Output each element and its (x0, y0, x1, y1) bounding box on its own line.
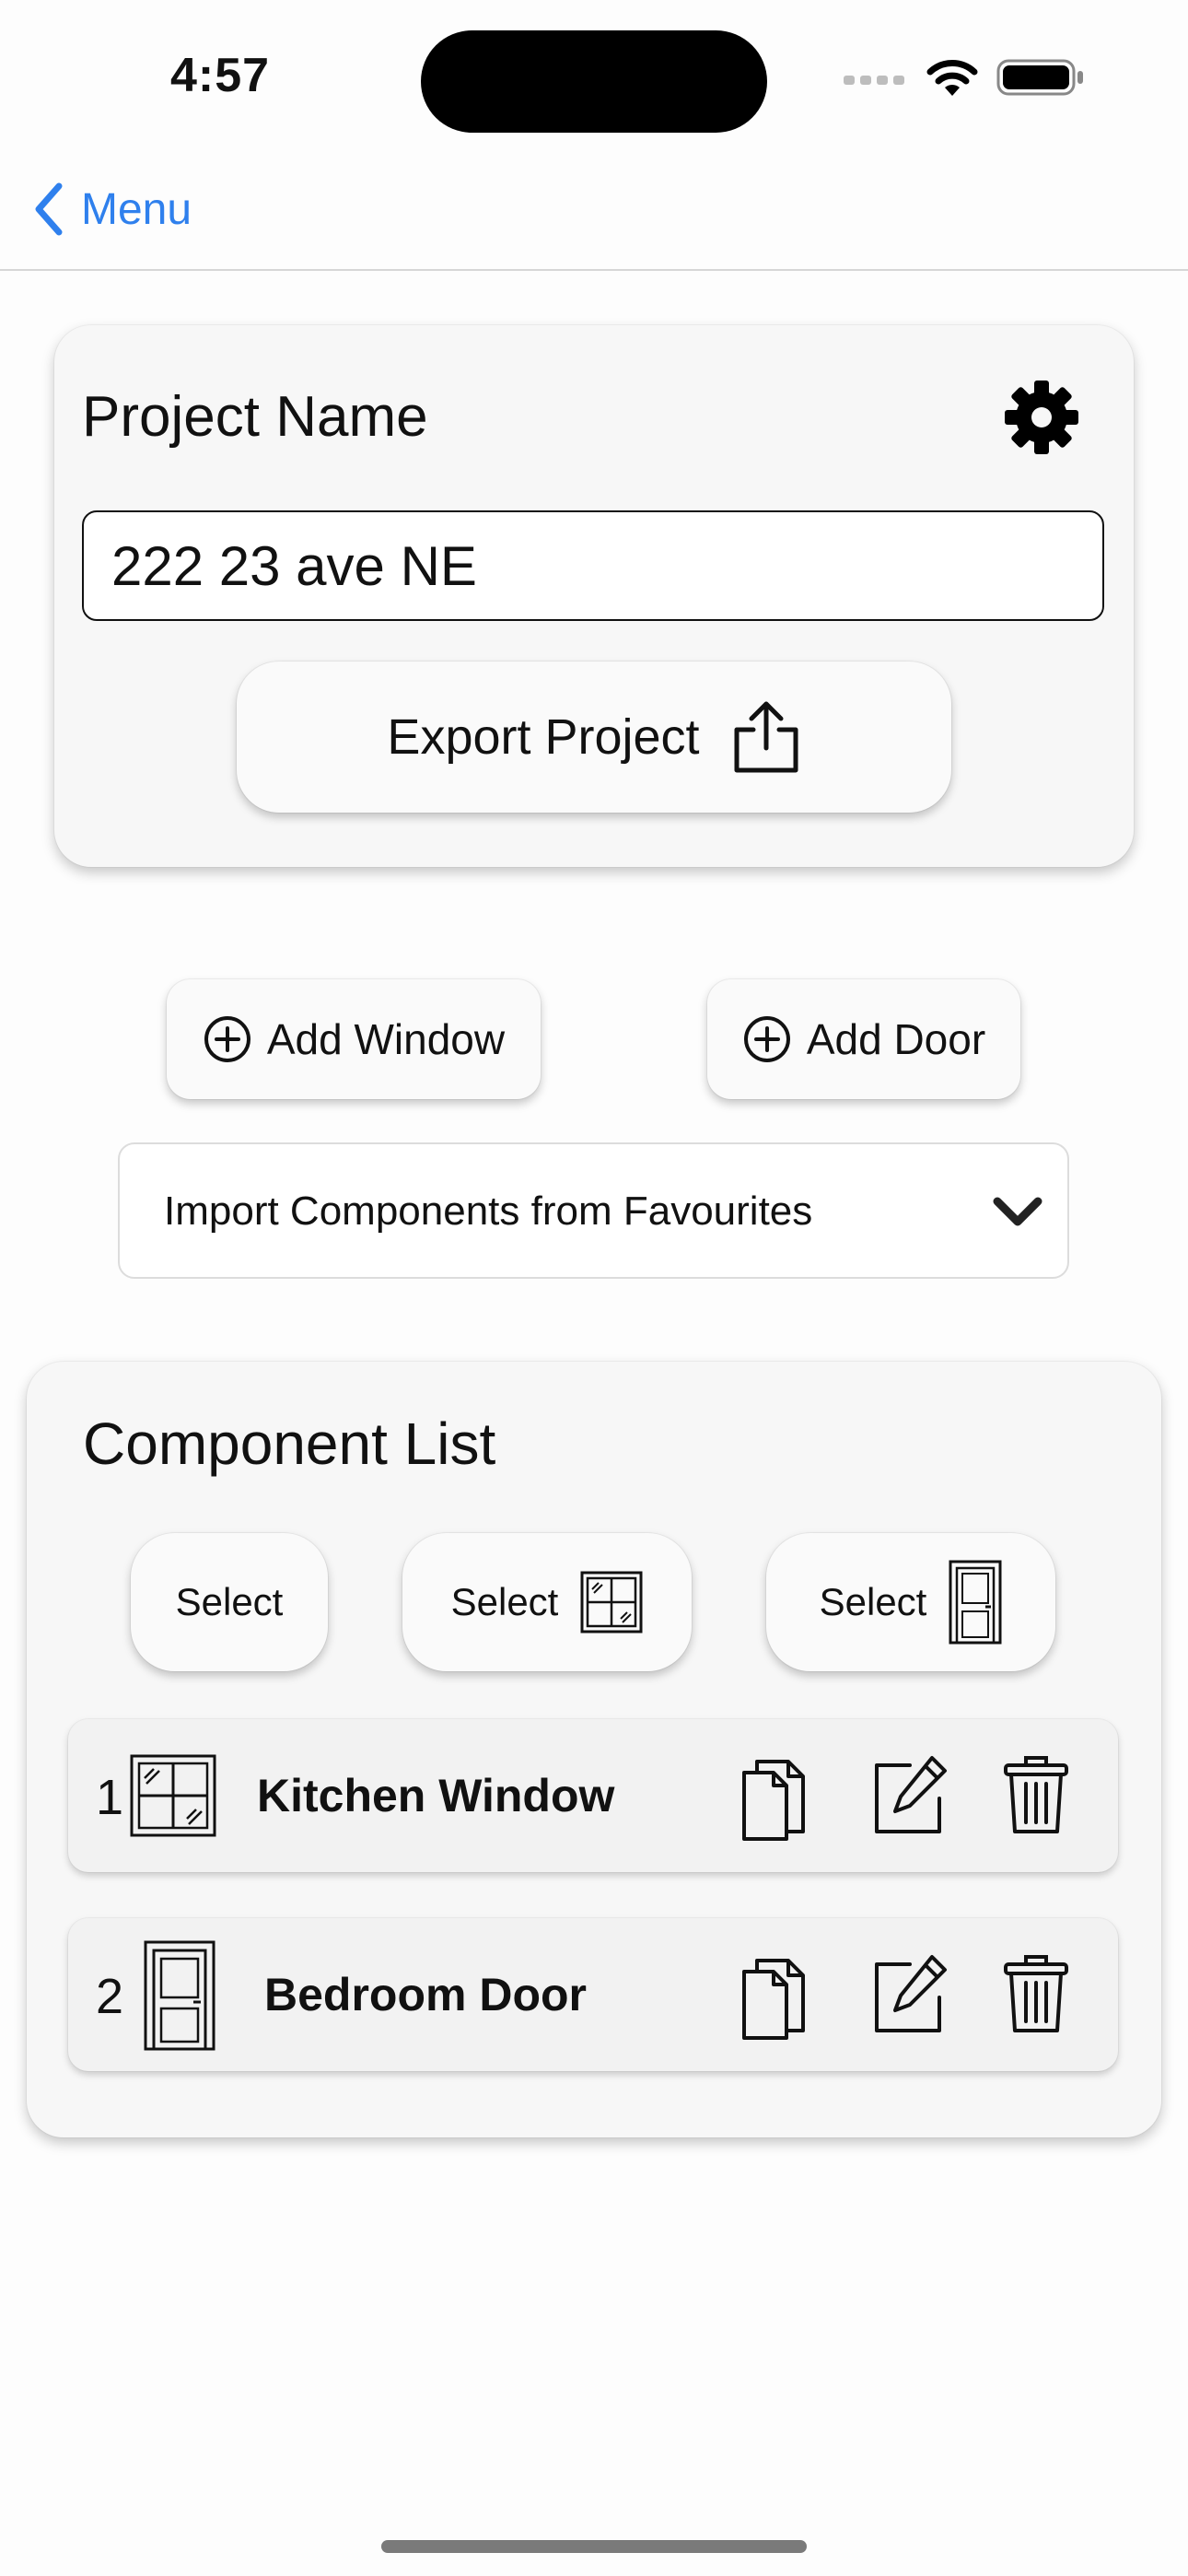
add-window-label: Add Window (266, 1015, 506, 1063)
signal-icon (844, 68, 908, 87)
back-label: Menu (81, 184, 192, 234)
export-label: Export Project (387, 709, 700, 765)
select-all-button[interactable]: Select (131, 1533, 328, 1671)
add-window-button[interactable]: Add Window (167, 979, 541, 1099)
import-label: Import Components from Favourites (164, 1188, 813, 1234)
trash-icon[interactable] (1002, 1754, 1070, 1843)
trash-icon[interactable] (1002, 1953, 1070, 2042)
door-icon (949, 1560, 1002, 1645)
gear-icon (1003, 379, 1080, 456)
status-bar: 4:57 (0, 0, 1188, 157)
project-title: Project Name (82, 385, 428, 449)
chevron-down-icon (992, 1194, 1043, 1231)
component-row[interactable]: 2 Bedroom Door (68, 1918, 1118, 2071)
row-actions (739, 1953, 1070, 2042)
row-index: 1 (96, 1770, 124, 1825)
component-name: Kitchen Window (257, 1770, 615, 1821)
door-icon (144, 1940, 215, 2051)
select-windows-button[interactable]: Select (402, 1533, 692, 1671)
status-time: 4:57 (170, 49, 271, 102)
window-icon (580, 1571, 643, 1633)
plus-circle-icon (203, 1014, 252, 1064)
select-all-label: Select (175, 1580, 284, 1623)
battery-icon (996, 57, 1085, 98)
window-icon (130, 1754, 216, 1837)
project-name-input[interactable] (82, 510, 1104, 621)
row-index: 2 (96, 1969, 124, 2024)
chevron-left-icon (33, 182, 64, 236)
project-card: Project Name Export Project (54, 325, 1134, 867)
add-door-label: Add Door (806, 1015, 986, 1063)
add-door-button[interactable]: Add Door (707, 979, 1020, 1099)
plus-circle-icon (742, 1014, 792, 1064)
select-doors-button[interactable]: Select (766, 1533, 1055, 1671)
dynamic-island (421, 30, 767, 133)
settings-button[interactable] (1003, 379, 1080, 456)
row-actions (739, 1754, 1070, 1843)
home-indicator[interactable] (381, 2540, 807, 2553)
duplicate-icon[interactable] (739, 1953, 816, 2042)
edit-icon[interactable] (869, 1754, 949, 1843)
select-windows-label: Select (450, 1580, 559, 1623)
component-list-card: Component List Select Select Select 1 Ki… (27, 1362, 1161, 2137)
share-icon (731, 700, 801, 774)
wifi-icon (925, 57, 980, 98)
component-list-title: Component List (83, 1411, 496, 1477)
export-project-button[interactable]: Export Project (237, 662, 951, 813)
status-icons (844, 57, 1085, 98)
edit-icon[interactable] (869, 1953, 949, 2042)
back-button[interactable]: Menu (33, 182, 192, 236)
nav-bar: Menu (0, 157, 1188, 271)
duplicate-icon[interactable] (739, 1754, 816, 1843)
import-favourites-dropdown[interactable]: Import Components from Favourites (118, 1142, 1069, 1279)
component-row[interactable]: 1 Kitchen Window (68, 1719, 1118, 1872)
component-name: Bedroom Door (264, 1969, 587, 2020)
select-doors-label: Select (819, 1580, 927, 1623)
